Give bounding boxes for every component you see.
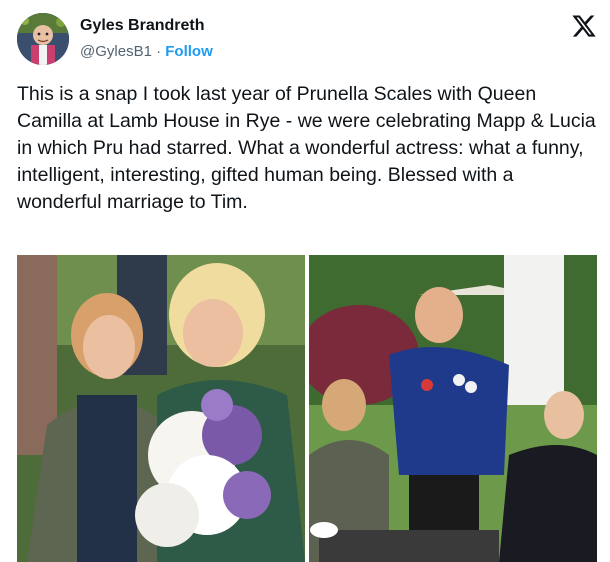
author-name[interactable]: Gyles Brandreth — [80, 17, 204, 35]
follow-button[interactable]: Follow — [165, 43, 213, 60]
tweet-card: Gyles Brandreth @GylesB1 · Follow This i… — [0, 0, 610, 562]
author-avatar[interactable] — [17, 13, 69, 65]
author-handle[interactable]: @GylesB1 — [80, 43, 152, 60]
photo-image — [309, 255, 597, 562]
tweet-text: This is a snap I took last year of Prune… — [17, 83, 596, 213]
photo-image — [17, 255, 305, 562]
tweet-photo-2[interactable] — [309, 255, 597, 562]
avatar-image — [17, 13, 69, 65]
tweet-photo-1[interactable] — [17, 255, 305, 562]
author-handle-row: @GylesB1 · Follow — [80, 43, 213, 60]
x-logo-icon[interactable] — [571, 13, 597, 39]
handle-separator: · — [151, 43, 166, 60]
